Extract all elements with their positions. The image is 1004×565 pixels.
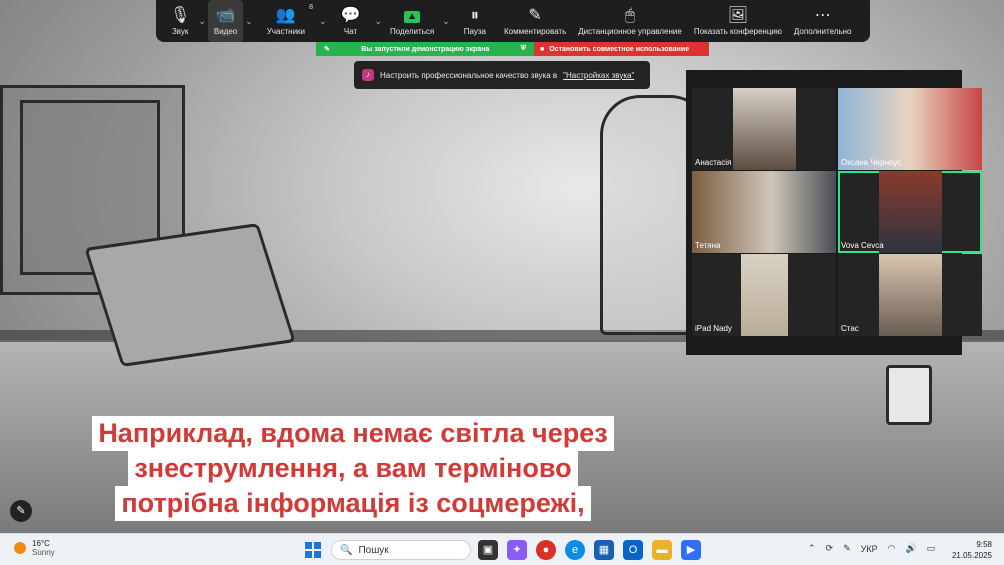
chevron-up-icon[interactable]: ⌃ [808,543,816,554]
audio-options-chevron-icon[interactable]: ⌄ [196,16,208,27]
share-options-chevron-icon[interactable]: ⌄ [440,16,452,27]
system-tray: ⌃ ⟳ ✎ УКР ◠ 🔊 ▭ [808,543,935,554]
sharing-status: ✎ Вы запустили демонстрацию экрана ⛨ [316,42,534,56]
audio-settings-link[interactable]: "Настройках звука" [563,71,634,80]
subtitle-line: знеструмлення, а вам терміново [128,451,578,486]
participants-options-chevron-icon[interactable]: ⌄ [317,16,329,27]
cartoon-cup [886,365,932,425]
windows-start-icon[interactable] [305,542,321,558]
task-view-icon[interactable]: ▣ [478,540,498,560]
share-screen-icon: ▲ [404,10,421,23]
taskbar-apps: ▣ ✦ ● e ▦ O ▬ ▶ [478,540,701,560]
taskbar-clock[interactable]: 9:58 21.05.2025 [948,539,992,561]
outlook-icon[interactable]: O [623,540,643,560]
participant-video [741,254,788,336]
chat-button[interactable]: 💬 Чат [329,0,373,42]
copilot-icon[interactable]: ✦ [507,540,527,560]
taskbar-search[interactable]: 🔍 Пошук [331,540,471,560]
show-meeting-icon: 🖼 [727,6,749,24]
participant-tile[interactable]: Анастасія [692,88,836,170]
subtitle-line: Наприклад, вдома немає світла через [92,416,614,451]
search-icon: 🔍 [340,544,353,556]
participants-count: 8 [309,4,313,11]
audio-quality-notice: ♪ Настроить профессиональное качество зв… [354,61,650,89]
more-icon: ⋯ [814,6,831,24]
show-meeting-button[interactable]: 🖼 Показать конференцию [688,0,788,42]
edge-icon[interactable]: e [565,540,585,560]
participant-tile[interactable]: Тетяна [692,171,836,253]
share-status-bar: ✎ Вы запустили демонстрацию экрана ⛨ ■ О… [316,42,709,56]
mouse-icon: 🖱 [625,6,635,24]
participant-tile-active-speaker[interactable]: Vova Cevca [838,171,982,253]
battery-icon[interactable]: ▭ [927,543,936,554]
security-shield-icon: ⛨ [520,45,526,52]
pause-share-button[interactable]: ⏸ Пауза [452,0,498,42]
participant-gallery: Анастасія Оксана Черноус Тетяна Vova Cev… [686,70,982,355]
stop-icon: ■ [540,45,545,53]
participant-video [733,88,796,170]
wifi-icon[interactable]: ◠ [888,543,896,554]
chat-options-chevron-icon[interactable]: ⌄ [372,16,384,27]
zoom-icon[interactable]: ▶ [681,540,701,560]
participant-tile[interactable]: Стас [838,254,982,336]
windows-taskbar: 16°C Sunny 🔍 Пошук ▣ ✦ ● e ▦ O ▬ ▶ ⌃ ⟳ ✎… [0,533,1004,565]
stop-share-button[interactable]: ■ Остановить совместное использование [534,42,709,56]
participants-button[interactable]: 👥 8 Участники [255,0,317,42]
annotate-pen-icon: ✎ [528,6,542,24]
chat-icon: 💬 [340,6,361,24]
remote-control-button[interactable]: 🖱 Дистанционное управление [572,0,688,42]
participant-tile[interactable]: Оксана Черноус [838,88,982,170]
file-explorer-icon[interactable]: ▬ [652,540,672,560]
sync-icon[interactable]: ⟳ [826,543,834,554]
video-options-chevron-icon[interactable]: ⌄ [243,16,255,27]
pause-icon: ⏸ [470,6,479,24]
cartoon-laptop [84,223,296,367]
chrome-icon[interactable]: ● [536,540,556,560]
volume-icon[interactable]: 🔊 [905,543,916,554]
sun-icon [14,542,26,554]
video-subtitle: Наприклад, вдома немає світла через знес… [68,416,638,521]
pen-icon[interactable]: ✎ [843,543,851,554]
sharing-indicator-icon: ✎ [324,46,330,53]
store-icon[interactable]: ▦ [594,540,614,560]
weather-widget[interactable]: 16°C Sunny [14,539,55,557]
participants-icon: 👥 [275,6,296,24]
video-button[interactable]: 📹 Видео [207,0,244,42]
participant-video [879,254,942,336]
participant-tile[interactable]: iPad Nady [692,254,836,336]
language-indicator[interactable]: УКР [861,544,878,554]
more-button[interactable]: ⋯ Дополнительно [788,0,858,42]
share-screen-button[interactable]: ▲ Поделиться [384,0,440,42]
microphone-icon: 🎙 [170,6,191,24]
subtitle-line: потрібна інформація із соцмережі, [115,486,591,521]
annotation-pen-icon[interactable]: ✎ [10,500,32,522]
video-camera-icon: 📹 [215,6,236,24]
meeting-toolbar: 🎙 Звук ⌄ 📹 Видео ⌄ 👥 8 Участники ⌄ 💬 Чат… [156,0,870,42]
participant-video [879,171,942,253]
annotate-button[interactable]: ✎ Комментировать [498,0,572,42]
music-note-icon: ♪ [362,69,374,81]
audio-button[interactable]: 🎙 Звук [164,0,196,42]
